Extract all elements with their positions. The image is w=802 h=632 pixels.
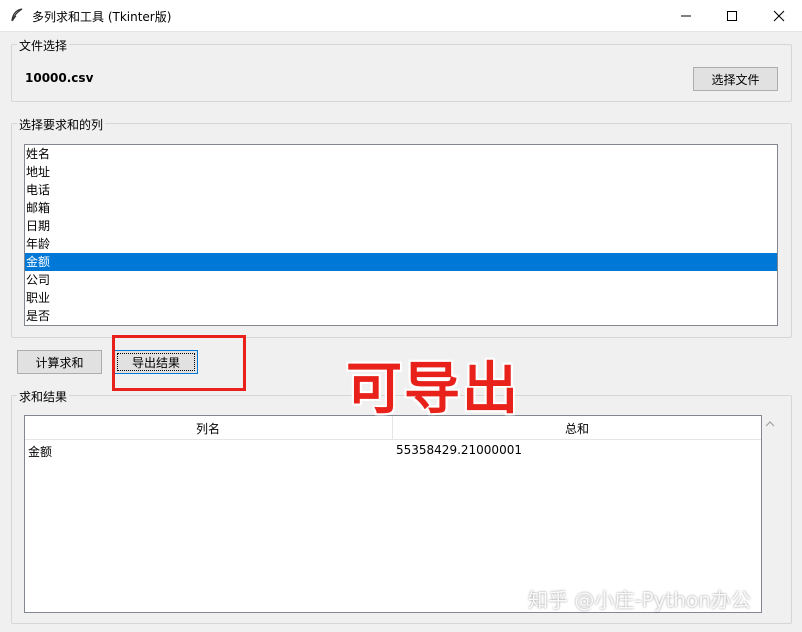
annotation-text: 可导出 [346, 357, 520, 422]
list-item[interactable]: 姓名 [25, 145, 777, 163]
scroll-up-icon[interactable] [764, 418, 776, 430]
title-bar: 多列求和工具 (Tkinter版) [0, 0, 802, 32]
column-listbox[interactable]: 姓名 地址 电话 邮箱 日期 年龄 金额 公司 职业 是否 [24, 144, 778, 326]
list-item[interactable]: 年龄 [25, 235, 777, 253]
results-group-label: 求和结果 [17, 388, 70, 405]
file-name-label: 10000.csv [25, 71, 94, 85]
choose-file-button[interactable]: 选择文件 [693, 67, 778, 91]
row-sum-cell: 55358429.21000001 [396, 443, 522, 457]
list-item[interactable]: 地址 [25, 163, 777, 181]
column-header-name[interactable]: 列名 [196, 420, 220, 437]
file-group [11, 44, 792, 102]
watermark-text: 知乎 @小庄-Python办公 [528, 588, 751, 612]
minimize-button[interactable] [663, 0, 709, 31]
window-title: 多列求和工具 (Tkinter版) [32, 10, 172, 24]
close-icon [773, 10, 785, 21]
row-name-cell: 金额 [28, 445, 53, 459]
close-button[interactable] [756, 0, 802, 31]
file-group-label: 文件选择 [17, 37, 70, 54]
annotation-highlight-box [112, 335, 246, 391]
list-item[interactable]: 职业 [25, 289, 777, 307]
column-header-sum[interactable]: 总和 [565, 420, 589, 437]
list-item[interactable]: 日期 [25, 217, 777, 235]
columns-group-label: 选择要求和的列 [17, 116, 106, 133]
maximize-icon [727, 10, 737, 21]
minimize-icon [681, 15, 691, 16]
list-item[interactable]: 金额 [25, 253, 777, 271]
maximize-button[interactable] [709, 0, 755, 31]
list-item[interactable]: 公司 [25, 271, 777, 289]
feather-icon [11, 8, 23, 22]
compute-sum-button[interactable]: 计算求和 [17, 350, 102, 374]
list-item[interactable]: 是否 [25, 307, 777, 325]
list-item[interactable]: 电话 [25, 181, 777, 199]
list-item[interactable]: 邮箱 [25, 199, 777, 217]
